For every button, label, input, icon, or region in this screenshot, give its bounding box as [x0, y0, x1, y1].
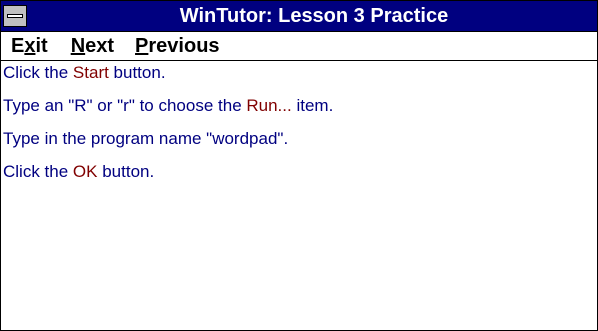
menu-previous-accel: P [135, 34, 149, 57]
wintutor-window: WinTutor: Lesson 3 Practice Exit Next Pr… [0, 0, 598, 331]
menu-next[interactable]: Next [57, 35, 123, 58]
window-title: WinTutor: Lesson 3 Practice [179, 5, 449, 27]
step-text: Type an "R" or "r" to choose the [3, 96, 247, 115]
step-2: Type an "R" or "r" to choose the Run... … [3, 96, 597, 116]
title-bar[interactable]: WinTutor: Lesson 3 Practice [1, 1, 597, 32]
menu-next-rest: ext [85, 34, 115, 57]
menu-exit-pre: E [11, 34, 25, 57]
menu-exit-rest: it [35, 34, 48, 57]
menu-previous-rest: revious [148, 34, 220, 57]
step-text: Click the [3, 162, 73, 181]
system-menu-icon[interactable] [3, 5, 27, 27]
step-3: Type in the program name "wordpad". [3, 129, 597, 149]
step-text: Click the [3, 63, 73, 82]
step-highlight: Start [72, 63, 109, 82]
step-highlight: OK [72, 162, 98, 181]
step-highlight: Run... [246, 96, 292, 115]
lesson-content: Click the Start button. Type an "R" or "… [1, 61, 597, 182]
step-1: Click the Start button. [3, 63, 597, 83]
step-text: button. [97, 162, 155, 181]
step-text: item. [291, 96, 334, 115]
menu-bar: Exit Next Previous [1, 32, 597, 61]
menu-previous[interactable]: Previous [123, 35, 229, 58]
system-menu-bar-glyph [7, 14, 23, 18]
step-text: Type in the program name "wordpad". [3, 129, 289, 148]
step-4: Click the OK button. [3, 162, 597, 182]
menu-exit[interactable]: Exit [1, 35, 57, 58]
menu-exit-accel: x [24, 34, 36, 57]
step-text: button. [108, 63, 166, 82]
menu-next-accel: N [70, 34, 86, 57]
